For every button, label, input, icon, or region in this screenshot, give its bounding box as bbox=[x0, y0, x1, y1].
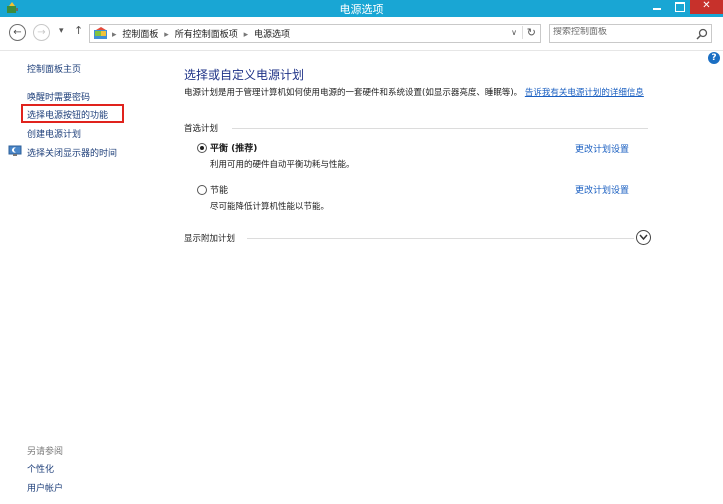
plan-balanced-change-settings-link[interactable]: 更改计划设置 bbox=[575, 142, 629, 155]
address-dropdown-icon[interactable]: ∨ bbox=[511, 28, 517, 37]
page-description: 电源计划是用于管理计算机如何使用电源的一套硬件和系统设置(如显示器亮度、睡眠等)… bbox=[184, 87, 654, 99]
page-title: 选择或自定义电源计划 bbox=[184, 68, 305, 82]
breadcrumb-item-all-items[interactable]: 所有控制面板项 bbox=[175, 30, 238, 40]
breadcrumb-separator-icon: ▸ bbox=[164, 30, 169, 40]
forward-arrow-icon: → bbox=[37, 27, 46, 38]
breadcrumb: ▸ 控制面板 ▸ 所有控制面板项 ▸ 电源选项 bbox=[112, 27, 293, 40]
plan-power-saver-radio[interactable] bbox=[197, 185, 207, 195]
plan-balanced-radio[interactable] bbox=[197, 143, 207, 153]
recent-pages-button[interactable]: ▾ bbox=[59, 26, 64, 36]
plan-power-saver-description: 尽可能降低计算机性能以节能。 bbox=[210, 202, 330, 212]
divider bbox=[247, 238, 634, 239]
expand-additional-plans-button[interactable] bbox=[636, 230, 651, 245]
sidebar-link-wake-password[interactable]: 唤醒时需要密码 bbox=[27, 90, 90, 103]
navigation-bar: ← → ▾ ↑ ▸ 控制面板 ▸ 所有控制面板项 ▸ 电源选项 ∨ ↻ bbox=[0, 17, 723, 51]
control-panel-icon bbox=[94, 27, 107, 39]
highlight-annotation bbox=[21, 104, 124, 123]
up-arrow-icon: ↑ bbox=[74, 24, 84, 37]
breadcrumb-item-power-options[interactable]: 电源选项 bbox=[254, 30, 290, 40]
divider bbox=[232, 128, 648, 129]
learn-more-link[interactable]: 告诉我有关电源计划的详细信息 bbox=[525, 88, 644, 98]
description-text: 电源计划是用于管理计算机如何使用电源的一套硬件和系统设置(如显示器亮度、睡眠等)… bbox=[184, 88, 523, 98]
preferred-plans-label: 首选计划 bbox=[184, 124, 219, 134]
title-bar: 电源选项 ✕ bbox=[0, 0, 723, 17]
chevron-down-icon: ▾ bbox=[59, 26, 64, 36]
sidebar-link-display-off[interactable]: 选择关闭显示器的时间 bbox=[27, 146, 117, 159]
see-also-heading: 另请参阅 bbox=[27, 447, 64, 457]
forward-button[interactable]: → bbox=[33, 24, 50, 41]
plan-balanced-description: 利用可用的硬件自动平衡功耗与性能。 bbox=[210, 160, 355, 170]
breadcrumb-item-control-panel[interactable]: 控制面板 bbox=[122, 30, 158, 40]
close-icon: ✕ bbox=[702, 0, 711, 11]
chevron-down-icon bbox=[639, 234, 648, 241]
back-button[interactable]: ← bbox=[9, 24, 26, 41]
up-button[interactable]: ↑ bbox=[74, 24, 83, 37]
plan-balanced-name[interactable]: 平衡 (推荐) bbox=[210, 141, 257, 154]
show-additional-plans-label: 显示附加计划 bbox=[184, 234, 236, 244]
search-input[interactable] bbox=[553, 27, 688, 37]
search-box[interactable] bbox=[549, 24, 712, 43]
minimize-button[interactable] bbox=[646, 0, 668, 14]
maximize-button[interactable] bbox=[668, 0, 690, 14]
display-moon-icon bbox=[8, 145, 22, 156]
see-also-link-user-accounts[interactable]: 用户帐户 bbox=[27, 481, 63, 494]
back-arrow-icon: ← bbox=[13, 27, 22, 38]
close-button[interactable]: ✕ bbox=[690, 0, 723, 14]
plan-power-saver-name[interactable]: 节能 bbox=[210, 183, 228, 196]
breadcrumb-separator-icon: ▸ bbox=[112, 30, 117, 40]
address-bar[interactable]: ▸ 控制面板 ▸ 所有控制面板项 ▸ 电源选项 ∨ ↻ bbox=[89, 24, 541, 43]
refresh-icon[interactable]: ↻ bbox=[521, 26, 536, 39]
breadcrumb-separator-icon: ▸ bbox=[243, 30, 249, 40]
see-also-link-personalization[interactable]: 个性化 bbox=[27, 462, 54, 475]
sidebar-home-link[interactable]: 控制面板主页 bbox=[27, 62, 81, 75]
plan-power-saver-change-settings-link[interactable]: 更改计划设置 bbox=[575, 183, 629, 196]
search-icon[interactable] bbox=[696, 28, 708, 40]
window-title: 电源选项 bbox=[339, 3, 384, 16]
help-icon[interactable]: ? bbox=[708, 52, 720, 64]
sidebar-link-create-plan[interactable]: 创建电源计划 bbox=[27, 127, 81, 140]
